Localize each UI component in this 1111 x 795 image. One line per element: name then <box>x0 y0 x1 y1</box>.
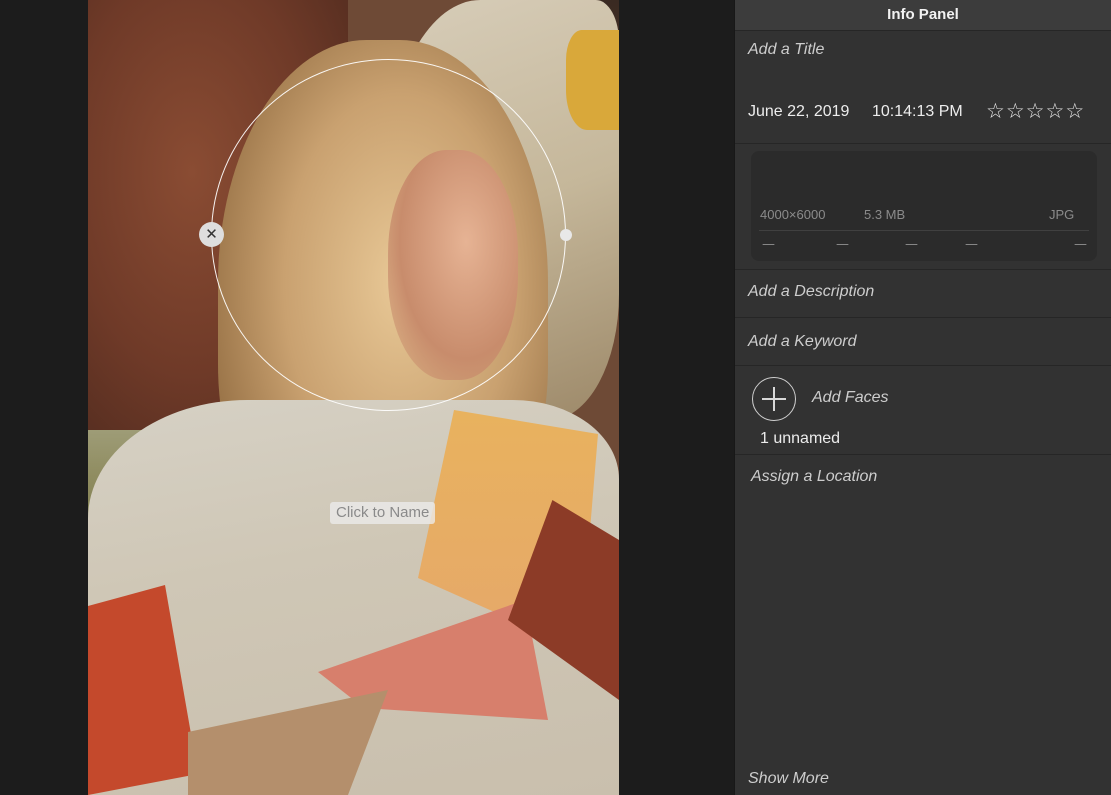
add-faces-button[interactable]: Add Faces <box>812 389 888 407</box>
panel-title: Info Panel <box>735 0 1111 31</box>
remove-face-icon[interactable]: ✕ <box>199 222 224 247</box>
star-2-icon[interactable]: ☆ <box>1006 99 1026 123</box>
metadata-divider <box>759 230 1089 231</box>
add-title-field[interactable]: Add a Title <box>748 41 824 59</box>
divider <box>735 269 1111 270</box>
unnamed-faces-count[interactable]: 1 unnamed <box>760 430 840 448</box>
photo-viewer: ✕ Click to Name <box>0 0 734 795</box>
star-1-icon[interactable]: ☆ <box>986 99 1006 123</box>
metadata-box: 4000×6000 5.3 MB JPG — — — — — <box>751 151 1097 261</box>
metadata-dash: — <box>1074 237 1087 252</box>
metadata-dash: — <box>905 237 918 252</box>
metadata-dash: — <box>762 237 775 252</box>
photo-date: June 22, 2019 <box>748 103 850 120</box>
click-to-name-tag[interactable]: Click to Name <box>330 502 436 524</box>
show-more-link[interactable]: Show More <box>748 770 829 788</box>
divider <box>735 365 1111 366</box>
metadata-dash: — <box>965 237 978 252</box>
divider <box>735 143 1111 144</box>
divider <box>735 317 1111 318</box>
star-rating[interactable]: ☆☆☆☆☆ <box>986 99 1085 123</box>
image-dimensions: 4000×6000 <box>760 207 826 222</box>
star-3-icon[interactable]: ☆ <box>1026 99 1046 123</box>
metadata-dash: — <box>836 237 849 252</box>
add-description-field[interactable]: Add a Description <box>748 283 874 301</box>
divider <box>735 454 1111 455</box>
photo-time: 10:14:13 PM <box>872 103 963 120</box>
plus-circle-icon[interactable] <box>752 377 796 421</box>
info-panel: Info Panel Add a Title June 22, 2019 10:… <box>734 0 1111 795</box>
sleeve-yellow-patch <box>566 30 619 130</box>
star-5-icon[interactable]: ☆ <box>1065 99 1085 123</box>
star-4-icon[interactable]: ☆ <box>1045 99 1065 123</box>
face-detection-circle[interactable] <box>211 59 566 411</box>
face-resize-handle[interactable] <box>560 229 572 241</box>
file-format: JPG <box>1049 207 1075 222</box>
file-size: 5.3 MB <box>864 207 906 222</box>
add-keyword-field[interactable]: Add a Keyword <box>748 333 857 351</box>
assign-location-field[interactable]: Assign a Location <box>751 468 877 486</box>
